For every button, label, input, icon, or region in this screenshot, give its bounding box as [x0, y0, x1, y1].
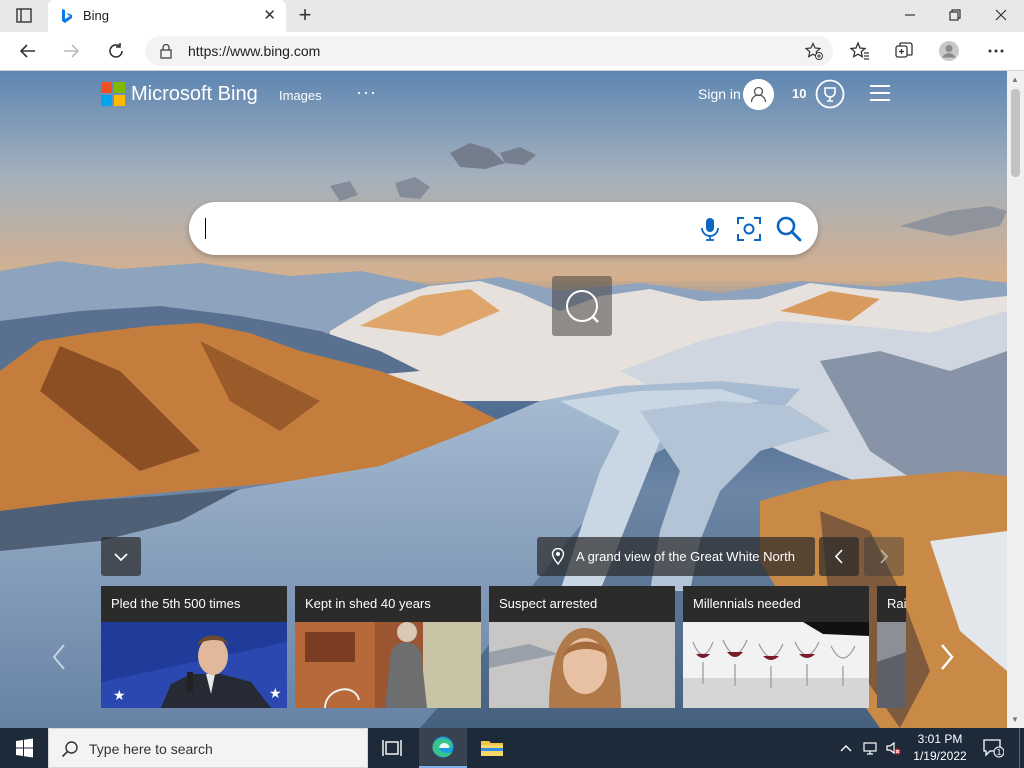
news-card-title: Suspect arrested — [499, 596, 598, 611]
svg-text:★: ★ — [269, 686, 282, 702]
new-tab-button[interactable]: + — [294, 4, 316, 26]
news-card-image — [489, 622, 675, 708]
file-explorer-icon[interactable] — [468, 728, 516, 768]
scroll-down-icon[interactable]: ▼ — [1011, 715, 1019, 724]
maximize-icon[interactable] — [944, 4, 966, 26]
logo-square-red — [101, 82, 112, 93]
url-text[interactable]: https://www.bing.com — [188, 43, 320, 59]
taskbar-search-box[interactable]: Type here to search — [48, 728, 368, 768]
tab-title: Bing — [83, 8, 110, 23]
collections-icon[interactable] — [893, 40, 915, 62]
news-card[interactable]: Pled the 5th 500 times ★ ★ — [101, 586, 287, 708]
tab-close-icon[interactable]: ✕ — [263, 7, 276, 25]
news-card-image — [295, 622, 481, 708]
news-card-title: Rail — [887, 596, 906, 611]
edge-browser-icon[interactable] — [419, 728, 467, 768]
clock-time: 3:01 PM — [917, 732, 963, 746]
system-clock[interactable]: 3:01 PM 1/19/2022 — [912, 731, 968, 765]
next-image-chevron-right-icon[interactable] — [864, 537, 904, 576]
news-card[interactable]: Millennials needed — [683, 586, 869, 708]
news-card-title: Pled the 5th 500 times — [111, 596, 241, 611]
tab-bar: Bing ✕ + — [0, 0, 1024, 32]
back-icon[interactable] — [17, 40, 39, 62]
carousel-next-chevron-right-icon[interactable] — [934, 641, 960, 673]
volume-muted-icon[interactable] — [885, 740, 901, 756]
image-caption-text: A grand view of the Great White North — [576, 549, 795, 564]
search-input[interactable] — [209, 216, 669, 241]
windows-taskbar: Type here to search 3:01 PM 1/19/2022 1 — [0, 728, 1024, 768]
rewards-trophy-icon[interactable] — [815, 79, 845, 109]
news-card-image: ★ ★ — [101, 622, 287, 708]
news-card[interactable]: Rail — [877, 586, 906, 708]
minimize-icon[interactable] — [899, 4, 921, 26]
refresh-icon[interactable] — [105, 40, 127, 62]
logo-square-green — [114, 82, 125, 93]
nav-more-button[interactable]: ··· — [356, 82, 377, 103]
scroll-up-icon[interactable]: ▲ — [1011, 75, 1019, 84]
network-icon[interactable] — [862, 740, 878, 756]
more-icon[interactable] — [985, 40, 1007, 62]
news-card-title: Kept in shed 40 years — [305, 596, 431, 611]
logo-square-yellow — [114, 95, 125, 106]
lock-icon[interactable] — [159, 43, 173, 59]
carousel-prev-chevron-left-icon[interactable] — [46, 641, 72, 673]
windows-start-icon[interactable] — [0, 728, 48, 768]
sign-in-link[interactable]: Sign in — [698, 86, 741, 102]
task-view-icon[interactable] — [368, 728, 416, 768]
collapse-chevron-down-icon[interactable] — [101, 537, 141, 576]
tab-actions-icon[interactable] — [10, 6, 38, 26]
taskbar-search-icon — [61, 741, 78, 758]
action-center-icon[interactable]: 1 — [982, 738, 1004, 758]
search-box[interactable] — [189, 202, 818, 255]
scrollbar-thumb[interactable] — [1011, 89, 1020, 177]
bing-homepage: Microsoft Bing Images ··· Sign in 10 A g… — [0, 71, 1007, 728]
rewards-points[interactable]: 10 — [792, 86, 806, 101]
tab-bing[interactable]: Bing ✕ — [48, 0, 286, 32]
text-caret — [205, 218, 206, 239]
news-card-title: Millennials needed — [693, 596, 801, 611]
logo-text: Microsoft Bing — [131, 82, 258, 105]
svg-text:★: ★ — [113, 688, 126, 704]
news-card[interactable]: Kept in shed 40 years — [295, 586, 481, 708]
page-scrollbar[interactable]: ▲ ▼ — [1007, 71, 1024, 728]
image-caption-button[interactable]: A grand view of the Great White North — [537, 537, 815, 576]
browser-toolbar: https://www.bing.com — [0, 32, 1024, 71]
location-pin-icon — [551, 548, 565, 565]
microsoft-logo-icon — [101, 82, 125, 106]
search-submit-icon[interactable] — [775, 215, 802, 242]
visual-search-hotspot-icon[interactable] — [552, 276, 612, 336]
user-avatar-icon[interactable] — [743, 79, 774, 110]
favorites-icon[interactable] — [849, 40, 871, 62]
microphone-icon[interactable] — [699, 216, 721, 242]
nav-images-link[interactable]: Images — [279, 88, 322, 103]
show-desktop-button[interactable] — [1019, 728, 1024, 768]
taskbar-search-text: Type here to search — [89, 741, 213, 757]
news-card[interactable]: Suspect arrested — [489, 586, 675, 708]
add-favorite-icon[interactable] — [805, 42, 823, 60]
bing-logo-icon — [62, 9, 72, 23]
news-card-image — [877, 622, 906, 708]
logo-square-blue — [101, 95, 112, 106]
clock-date: 1/19/2022 — [913, 749, 967, 763]
address-bar[interactable]: https://www.bing.com — [145, 36, 833, 66]
tray-chevron-up-icon[interactable] — [838, 740, 854, 756]
forward-icon[interactable] — [60, 40, 82, 62]
notification-count: 1 — [996, 748, 1001, 757]
visual-search-icon[interactable] — [736, 216, 762, 242]
news-card-image — [683, 622, 869, 708]
profile-icon[interactable] — [938, 40, 960, 62]
window-close-icon[interactable] — [990, 4, 1012, 26]
menu-hamburger-icon[interactable] — [869, 84, 891, 102]
microsoft-bing-logo[interactable]: Microsoft Bing — [101, 81, 258, 107]
previous-image-chevron-left-icon[interactable] — [819, 537, 859, 576]
